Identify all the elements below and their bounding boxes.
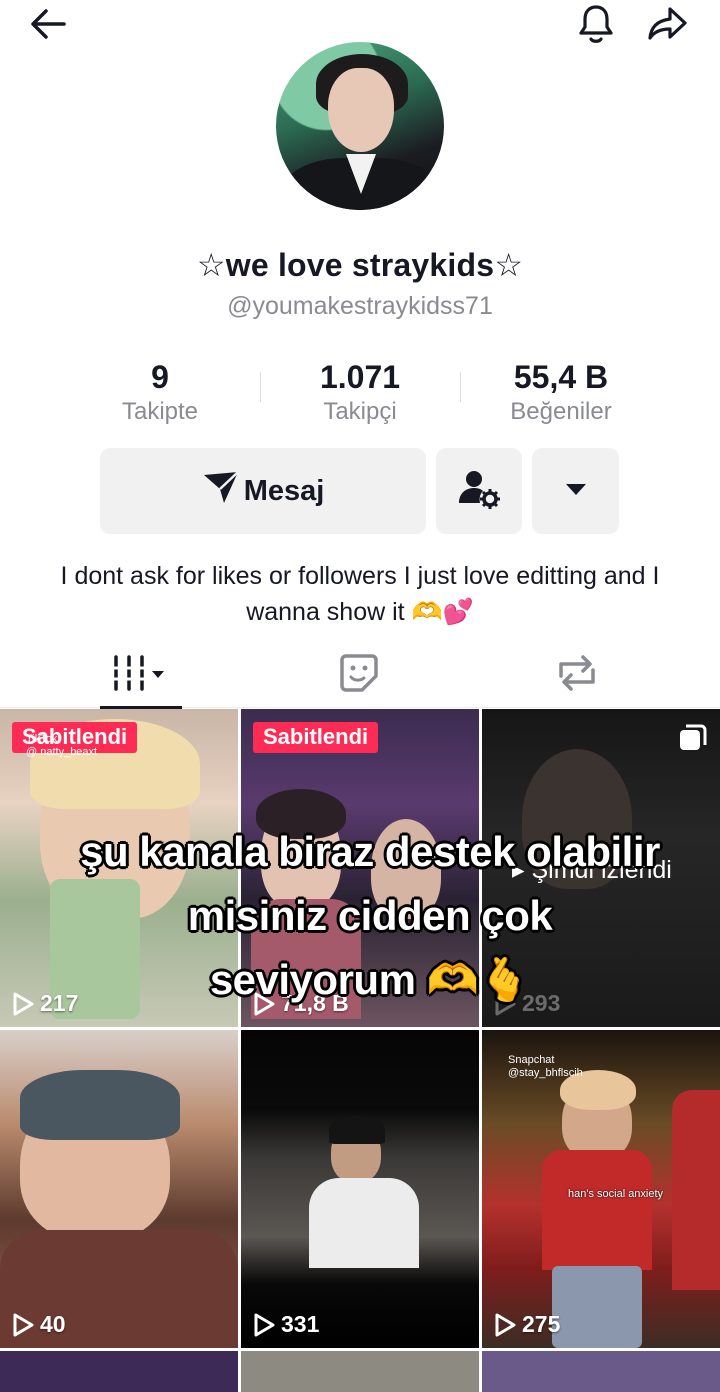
stat-following[interactable]: 9 Takipte bbox=[60, 358, 260, 428]
view-count-value: 331 bbox=[281, 1311, 320, 1337]
video-tile[interactable]: Snapchat @stay_bhflscih han's social anxi… bbox=[482, 1030, 720, 1348]
stats-divider bbox=[260, 372, 261, 402]
stat-likes[interactable]: 55,4 B Beğeniler bbox=[461, 358, 661, 428]
video-overlay-text: han's social anxiety bbox=[568, 1188, 664, 1200]
video-tile[interactable] bbox=[482, 1351, 720, 1392]
following-label: Takipte bbox=[121, 398, 199, 425]
repost-icon bbox=[555, 652, 599, 699]
video-tile[interactable] bbox=[0, 1351, 238, 1392]
add-friend-button[interactable] bbox=[436, 448, 522, 534]
video-tile[interactable]: 331 bbox=[241, 1030, 479, 1348]
display-name: ☆we love straykids☆ bbox=[196, 247, 524, 283]
tiktok-watermark: TikTok @ natty_beaxt bbox=[26, 733, 98, 758]
tab-repost[interactable] bbox=[536, 642, 618, 708]
add-friend-icon bbox=[455, 465, 503, 518]
video-grid: Sabitlendi TikTok @ natty_beaxt 217 Sabit… bbox=[0, 709, 720, 1392]
followers-label: Takipçi bbox=[323, 398, 397, 425]
likes-count: 55,4 B bbox=[513, 359, 609, 395]
followers-count: 1.071 bbox=[319, 359, 401, 395]
liked-icon bbox=[338, 652, 380, 699]
message-label: Mesaj bbox=[243, 474, 325, 507]
more-options-button[interactable] bbox=[532, 448, 619, 534]
view-count-value: 275 bbox=[522, 1311, 561, 1337]
likes-label: Beğeniler bbox=[510, 398, 612, 425]
send-icon bbox=[202, 470, 240, 512]
stats-divider bbox=[460, 372, 461, 402]
grid-icon bbox=[111, 653, 171, 698]
view-count: 275 bbox=[494, 1311, 560, 1338]
bell-icon[interactable] bbox=[574, 2, 618, 46]
play-icon bbox=[13, 992, 34, 1015]
avatar[interactable] bbox=[276, 42, 444, 210]
dropdown-icon bbox=[564, 481, 588, 502]
tab-videos[interactable] bbox=[100, 642, 182, 709]
play-icon bbox=[254, 1313, 275, 1336]
overlay-caption: şu kanala biraz destek olabilir misiniz … bbox=[80, 828, 660, 1003]
view-count-value: 40 bbox=[40, 1311, 66, 1337]
video-tile[interactable]: 40 bbox=[0, 1030, 238, 1348]
view-count: 40 bbox=[12, 1311, 66, 1338]
stat-followers[interactable]: 1.071 Takipçi bbox=[260, 358, 460, 428]
message-button[interactable]: Mesaj bbox=[100, 448, 426, 534]
content-tabs bbox=[0, 642, 720, 709]
snapchat-watermark: Snapchat @stay_bhflscih bbox=[508, 1054, 583, 1079]
multi-photo-icon bbox=[678, 723, 708, 758]
share-icon[interactable] bbox=[646, 2, 690, 46]
username: @youmakestraykidss71 bbox=[227, 292, 493, 320]
bio: I dont ask for likes or followers I just… bbox=[60, 562, 660, 626]
following-count: 9 bbox=[151, 359, 169, 395]
view-count-value: 217 bbox=[40, 990, 79, 1016]
back-arrow-icon[interactable] bbox=[26, 2, 70, 46]
play-icon bbox=[495, 1313, 516, 1336]
play-icon bbox=[13, 1313, 34, 1336]
view-count: 331 bbox=[253, 1311, 319, 1338]
tab-liked[interactable] bbox=[318, 642, 400, 708]
action-buttons: Mesaj bbox=[0, 448, 720, 536]
top-bar bbox=[0, 0, 720, 48]
video-tile[interactable] bbox=[241, 1351, 479, 1392]
stats-row: 9 Takipte 1.071 Takipçi 55,4 B Beğeniler bbox=[0, 358, 720, 428]
view-count: 217 bbox=[12, 990, 78, 1017]
pinned-badge: Sabitlendi bbox=[253, 722, 379, 753]
